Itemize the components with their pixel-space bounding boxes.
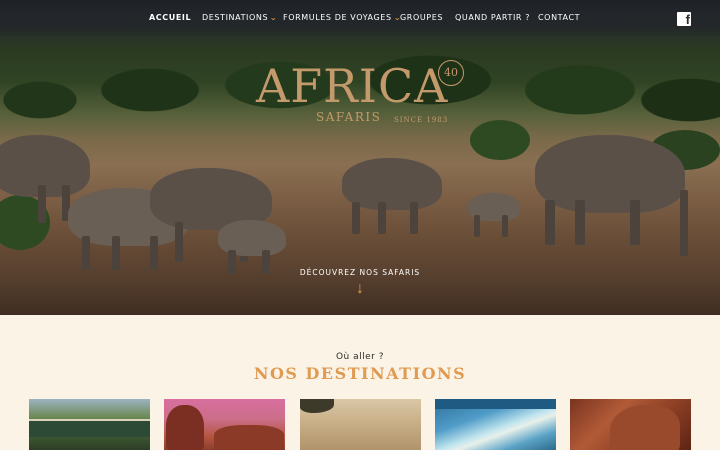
- anniversary-badge: 40: [438, 60, 464, 86]
- nav-item-label: QUAND PARTIR ?: [455, 13, 531, 22]
- nav-item-label: GROUPES: [400, 13, 444, 22]
- savanna-tree-photo: [300, 399, 334, 413]
- himba-portrait-photo: [610, 405, 680, 450]
- elephant-leg: [150, 236, 158, 270]
- nav-item-label: FORMULES DE VOYAGES: [283, 13, 392, 22]
- elephant-leg: [575, 200, 585, 245]
- destination-card-himba[interactable]: [570, 399, 691, 450]
- nav-item-accueil[interactable]: ACCUEIL: [149, 13, 191, 22]
- elephant-leg: [630, 200, 640, 245]
- discover-safaris-link[interactable]: DÉCOUVREZ NOS SAFARIS: [0, 268, 720, 277]
- logo-since: SINCE 1983: [394, 116, 449, 124]
- train-photo: [29, 419, 150, 437]
- nav-item-label: ACCUEIL: [149, 13, 192, 22]
- elephant-leg: [38, 185, 46, 223]
- nav-item-groupes[interactable]: GROUPES: [400, 13, 443, 22]
- elephant-leg: [410, 202, 418, 234]
- facebook-icon[interactable]: f: [677, 12, 691, 26]
- nav-item-destinations[interactable]: DESTINATIONS⌄: [202, 13, 278, 22]
- elephant-leg: [474, 215, 480, 237]
- elephants-pink-sky-photo: [166, 405, 204, 450]
- destination-card-elephants[interactable]: [164, 399, 285, 450]
- section-title: NOS DESTINATIONS: [253, 364, 467, 383]
- nav-item-label: CONTACT: [538, 13, 581, 22]
- chevron-down-icon: ⌄: [269, 13, 279, 22]
- bush: [470, 120, 530, 160]
- elephant-leg: [352, 202, 360, 234]
- lagoon-aerial-photo: [435, 399, 556, 409]
- site-logo[interactable]: AFRICA: [256, 58, 448, 114]
- elephant-leg: [545, 200, 555, 245]
- elephant-leg: [112, 236, 120, 270]
- nav-item-formules-de-voyages[interactable]: FORMULES DE VOYAGES⌄: [283, 13, 401, 22]
- elephant-image: [535, 135, 685, 213]
- nav-item-label: DESTINATIONS: [202, 13, 269, 22]
- elephant-leg: [378, 202, 386, 234]
- arrow-down-icon[interactable]: ↓: [352, 280, 368, 298]
- elephant-leg: [82, 236, 90, 270]
- nav-item-quand-partir[interactable]: QUAND PARTIR ?: [455, 13, 530, 22]
- logo-subtitle: SAFARIS: [316, 110, 382, 124]
- elephant-leg: [502, 215, 508, 237]
- section-kicker: Où aller ?: [335, 352, 385, 362]
- elephant-silhouette: [214, 425, 284, 450]
- destination-card-train[interactable]: [29, 399, 150, 450]
- hero-banner: ACCUEIL DESTINATIONS⌄ FORMULES DE VOYAGE…: [0, 0, 720, 315]
- nav-item-contact[interactable]: CONTACT: [538, 13, 580, 22]
- destination-card-lagoon[interactable]: [435, 399, 556, 450]
- destination-card-savanna[interactable]: [300, 399, 421, 450]
- elephant-leg: [175, 222, 183, 262]
- elephant-trunk: [680, 190, 688, 256]
